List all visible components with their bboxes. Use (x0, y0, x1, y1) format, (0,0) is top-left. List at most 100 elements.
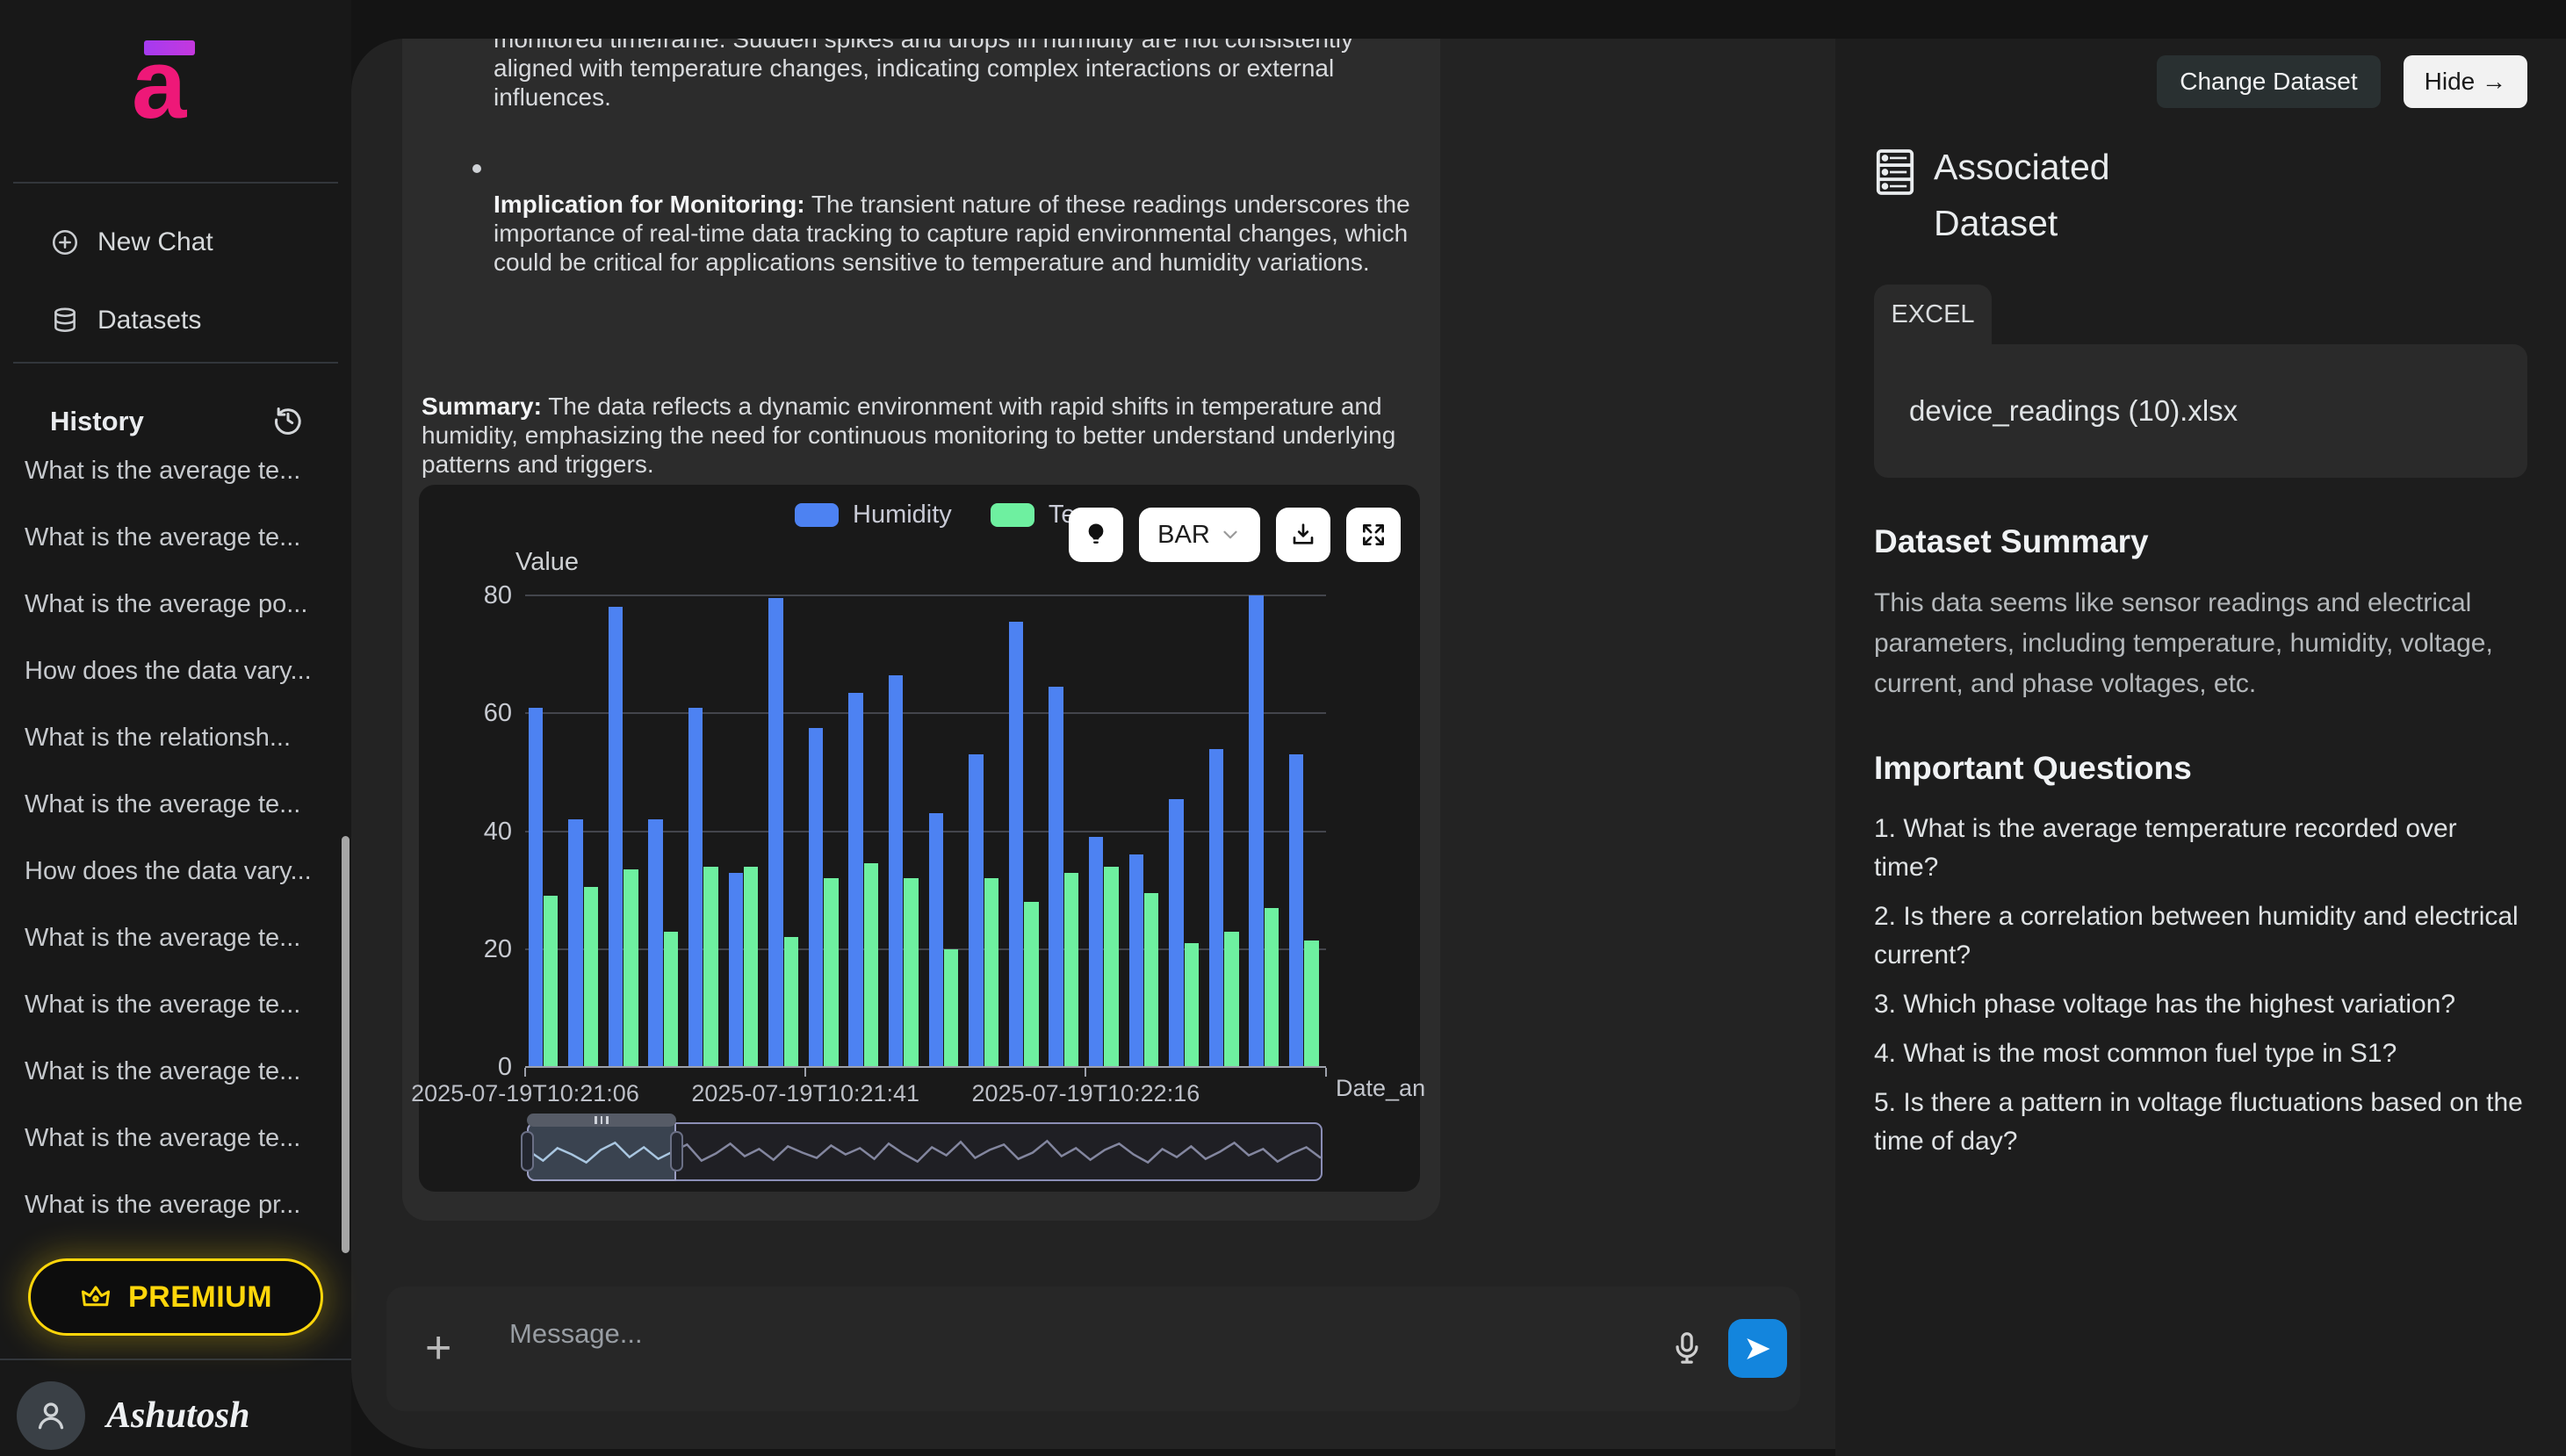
x-axis-labels: 2025-07-19T10:21:062025-07-19T10:21:4120… (525, 1080, 1326, 1110)
y-tick-label: 0 (498, 1053, 512, 1082)
important-questions-title: Important Questions (1874, 750, 2527, 787)
lightbulb-icon (1082, 521, 1110, 549)
gridline (525, 1066, 1326, 1068)
y-axis-title: Value (515, 548, 579, 577)
bar-temp (864, 863, 878, 1067)
bar-group (645, 595, 686, 1067)
history-item[interactable]: What is the average te... (0, 1105, 338, 1171)
send-button[interactable] (1728, 1319, 1787, 1378)
questions-list: 1. What is the average temperature recor… (1874, 810, 2527, 1161)
legend-item-humidity[interactable]: Humidity (795, 501, 952, 530)
tab-excel[interactable]: EXCEL (1874, 285, 1992, 344)
user-name: Ashutosh (106, 1395, 249, 1437)
sidebar-item-new-chat[interactable]: New Chat (0, 216, 351, 269)
plot-area (525, 595, 1326, 1067)
mic-button[interactable] (1667, 1329, 1707, 1369)
question-item: 4. What is the most common fuel type in … (1874, 1034, 2527, 1073)
chart-card: HumidityTemp BAR (419, 485, 1420, 1192)
associated-dataset-label: Associated Dataset (1934, 140, 2197, 251)
bar-group (1005, 595, 1046, 1067)
clock-history-icon (270, 402, 306, 437)
download-chart-button[interactable] (1276, 508, 1330, 562)
humidity-swatch (795, 503, 839, 527)
crown-icon (79, 1280, 112, 1314)
question-item: 2. Is there a correlation between humidi… (1874, 897, 2527, 975)
history-item[interactable]: What is the average pr... (0, 1171, 338, 1238)
navigator-grip[interactable] (527, 1114, 676, 1127)
bar-temp (904, 878, 918, 1067)
history-item[interactable]: What is the average te... (0, 1038, 338, 1105)
bar-group (725, 595, 766, 1067)
avatar[interactable] (17, 1381, 85, 1450)
history-item[interactable]: What is the average te... (0, 905, 338, 971)
assistant-summary-paragraph: Summary: The data reflects a dynamic env… (422, 392, 1431, 479)
chart-type-select[interactable]: BAR (1139, 508, 1260, 562)
main-column: monitored timeframe. Sudden spikes and d… (351, 39, 1835, 1449)
dataset-summary-text: This data seems like sensor readings and… (1874, 583, 2527, 704)
associated-dataset-title: Associated Dataset (1874, 140, 2527, 251)
bar-humidity (1209, 749, 1223, 1067)
logo-letter: a (132, 35, 186, 133)
hide-panel-button[interactable]: Hide → (2404, 55, 2527, 108)
bar-group (566, 595, 606, 1067)
bar-group (1286, 595, 1326, 1067)
bar-temp (1024, 902, 1038, 1067)
sidebar-item-datasets[interactable]: Datasets (0, 294, 351, 347)
history-item[interactable]: What is the average te... (0, 504, 338, 571)
bar-humidity (969, 754, 983, 1067)
attach-button[interactable]: + (425, 1325, 451, 1371)
download-icon (1289, 521, 1317, 549)
history-scrollbar[interactable] (342, 836, 350, 1253)
message-composer: + (386, 1287, 1800, 1411)
premium-label: PREMIUM (128, 1280, 272, 1315)
bar-humidity (848, 693, 862, 1067)
change-dataset-button[interactable]: Change Dataset (2157, 55, 2380, 108)
bar-group (1085, 595, 1126, 1067)
bar-humidity (889, 675, 903, 1067)
bar-temp (584, 887, 598, 1067)
bar-temp (544, 896, 558, 1067)
bar-humidity (1169, 799, 1183, 1067)
history-clock-button[interactable] (270, 402, 306, 437)
bar-humidity (1089, 837, 1103, 1067)
bar-humidity (648, 819, 662, 1067)
history-item[interactable]: What is the average te... (0, 971, 338, 1038)
plus-circle-icon (50, 227, 80, 257)
history-item[interactable]: What is the average te... (0, 437, 338, 504)
bar-temp (744, 867, 758, 1067)
bar-group (766, 595, 806, 1067)
bar-group (885, 595, 926, 1067)
user-row: Ashutosh (17, 1381, 249, 1450)
divider (0, 1359, 351, 1360)
bar-temp (1064, 873, 1078, 1068)
insights-button[interactable] (1069, 508, 1123, 562)
fullscreen-button[interactable] (1346, 508, 1401, 562)
y-tick-label: 40 (484, 818, 512, 847)
axis-tick (1325, 1068, 1327, 1077)
history-item[interactable]: What is the relationsh... (0, 704, 338, 771)
navigator-left-handle[interactable] (521, 1131, 534, 1171)
history-item[interactable]: What is the average te... (0, 771, 338, 838)
axis-tick (524, 1068, 526, 1077)
bar-group (1126, 595, 1166, 1067)
bar-humidity (768, 598, 782, 1067)
bar-humidity (609, 607, 623, 1067)
bar-temp (984, 878, 998, 1067)
summary-lead: Summary: (422, 393, 542, 420)
dataset-file-card[interactable]: device_readings (10).xlsx (1874, 344, 2527, 478)
bar-humidity (529, 708, 543, 1067)
dataset-file-name: device_readings (10).xlsx (1909, 394, 2238, 428)
navigator-selection[interactable] (527, 1122, 676, 1181)
history-item[interactable]: How does the data vary... (0, 638, 338, 704)
chart-navigator[interactable] (527, 1122, 1323, 1181)
x-tick-label: 2025-07-19T10:22:16 (972, 1080, 1200, 1107)
bar-temp (1304, 941, 1318, 1067)
bar-group (1046, 595, 1086, 1067)
y-axis-labels: 806040200 (436, 595, 512, 1067)
history-item[interactable]: What is the average po... (0, 571, 338, 638)
message-input[interactable] (509, 1309, 1616, 1359)
history-item[interactable]: How does the data vary... (0, 838, 338, 905)
navigator-right-handle[interactable] (670, 1131, 683, 1171)
y-tick-label: 60 (484, 699, 512, 728)
premium-button[interactable]: PREMIUM (28, 1258, 323, 1336)
